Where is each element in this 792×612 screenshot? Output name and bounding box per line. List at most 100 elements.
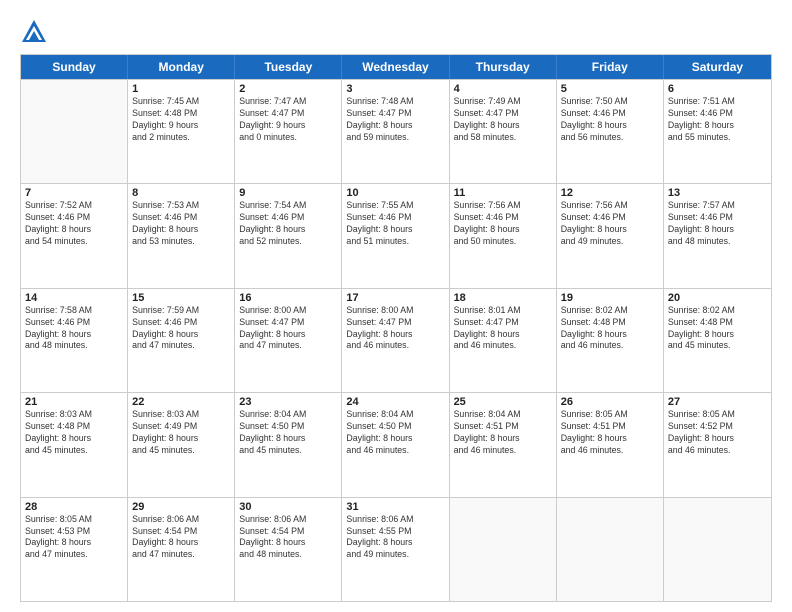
day-info: Sunrise: 7:47 AM Sunset: 4:47 PM Dayligh… — [239, 96, 337, 144]
calendar-cell: 7Sunrise: 7:52 AM Sunset: 4:46 PM Daylig… — [21, 184, 128, 287]
day-info: Sunrise: 8:01 AM Sunset: 4:47 PM Dayligh… — [454, 305, 552, 353]
day-number: 25 — [454, 396, 552, 408]
calendar-cell: 1Sunrise: 7:45 AM Sunset: 4:48 PM Daylig… — [128, 80, 235, 183]
day-info: Sunrise: 7:55 AM Sunset: 4:46 PM Dayligh… — [346, 200, 444, 248]
day-number: 2 — [239, 83, 337, 95]
day-number: 1 — [132, 83, 230, 95]
day-number: 26 — [561, 396, 659, 408]
day-info: Sunrise: 8:06 AM Sunset: 4:54 PM Dayligh… — [132, 514, 230, 562]
calendar-cell: 6Sunrise: 7:51 AM Sunset: 4:46 PM Daylig… — [664, 80, 771, 183]
week-row-4: 21Sunrise: 8:03 AM Sunset: 4:48 PM Dayli… — [21, 392, 771, 496]
day-info: Sunrise: 8:03 AM Sunset: 4:49 PM Dayligh… — [132, 409, 230, 457]
day-info: Sunrise: 7:52 AM Sunset: 4:46 PM Dayligh… — [25, 200, 123, 248]
day-info: Sunrise: 8:04 AM Sunset: 4:50 PM Dayligh… — [346, 409, 444, 457]
calendar-cell — [664, 498, 771, 601]
day-number: 15 — [132, 292, 230, 304]
header — [20, 18, 772, 46]
day-number: 28 — [25, 501, 123, 513]
day-number: 21 — [25, 396, 123, 408]
day-number: 23 — [239, 396, 337, 408]
day-info: Sunrise: 8:06 AM Sunset: 4:55 PM Dayligh… — [346, 514, 444, 562]
day-number: 3 — [346, 83, 444, 95]
day-info: Sunrise: 7:57 AM Sunset: 4:46 PM Dayligh… — [668, 200, 767, 248]
header-day-tuesday: Tuesday — [235, 55, 342, 79]
header-day-monday: Monday — [128, 55, 235, 79]
day-number: 19 — [561, 292, 659, 304]
calendar-cell: 26Sunrise: 8:05 AM Sunset: 4:51 PM Dayli… — [557, 393, 664, 496]
calendar-cell: 21Sunrise: 8:03 AM Sunset: 4:48 PM Dayli… — [21, 393, 128, 496]
day-number: 18 — [454, 292, 552, 304]
calendar-cell: 25Sunrise: 8:04 AM Sunset: 4:51 PM Dayli… — [450, 393, 557, 496]
header-day-friday: Friday — [557, 55, 664, 79]
calendar-cell: 2Sunrise: 7:47 AM Sunset: 4:47 PM Daylig… — [235, 80, 342, 183]
day-number: 5 — [561, 83, 659, 95]
day-info: Sunrise: 8:02 AM Sunset: 4:48 PM Dayligh… — [561, 305, 659, 353]
week-row-3: 14Sunrise: 7:58 AM Sunset: 4:46 PM Dayli… — [21, 288, 771, 392]
calendar-cell: 18Sunrise: 8:01 AM Sunset: 4:47 PM Dayli… — [450, 289, 557, 392]
day-info: Sunrise: 7:49 AM Sunset: 4:47 PM Dayligh… — [454, 96, 552, 144]
calendar-cell: 29Sunrise: 8:06 AM Sunset: 4:54 PM Dayli… — [128, 498, 235, 601]
calendar-cell: 22Sunrise: 8:03 AM Sunset: 4:49 PM Dayli… — [128, 393, 235, 496]
calendar-cell — [450, 498, 557, 601]
day-info: Sunrise: 7:54 AM Sunset: 4:46 PM Dayligh… — [239, 200, 337, 248]
day-info: Sunrise: 8:06 AM Sunset: 4:54 PM Dayligh… — [239, 514, 337, 562]
day-number: 14 — [25, 292, 123, 304]
calendar-cell: 15Sunrise: 7:59 AM Sunset: 4:46 PM Dayli… — [128, 289, 235, 392]
calendar-cell: 30Sunrise: 8:06 AM Sunset: 4:54 PM Dayli… — [235, 498, 342, 601]
calendar-cell: 16Sunrise: 8:00 AM Sunset: 4:47 PM Dayli… — [235, 289, 342, 392]
calendar-cell: 19Sunrise: 8:02 AM Sunset: 4:48 PM Dayli… — [557, 289, 664, 392]
day-info: Sunrise: 8:00 AM Sunset: 4:47 PM Dayligh… — [239, 305, 337, 353]
day-info: Sunrise: 7:48 AM Sunset: 4:47 PM Dayligh… — [346, 96, 444, 144]
day-number: 4 — [454, 83, 552, 95]
day-info: Sunrise: 8:00 AM Sunset: 4:47 PM Dayligh… — [346, 305, 444, 353]
calendar-body: 1Sunrise: 7:45 AM Sunset: 4:48 PM Daylig… — [21, 79, 771, 601]
calendar-cell: 8Sunrise: 7:53 AM Sunset: 4:46 PM Daylig… — [128, 184, 235, 287]
day-info: Sunrise: 7:56 AM Sunset: 4:46 PM Dayligh… — [454, 200, 552, 248]
day-number: 7 — [25, 187, 123, 199]
calendar-cell: 11Sunrise: 7:56 AM Sunset: 4:46 PM Dayli… — [450, 184, 557, 287]
day-number: 9 — [239, 187, 337, 199]
calendar-cell: 23Sunrise: 8:04 AM Sunset: 4:50 PM Dayli… — [235, 393, 342, 496]
calendar-cell: 31Sunrise: 8:06 AM Sunset: 4:55 PM Dayli… — [342, 498, 449, 601]
day-number: 29 — [132, 501, 230, 513]
day-number: 27 — [668, 396, 767, 408]
day-info: Sunrise: 7:45 AM Sunset: 4:48 PM Dayligh… — [132, 96, 230, 144]
calendar-cell: 28Sunrise: 8:05 AM Sunset: 4:53 PM Dayli… — [21, 498, 128, 601]
calendar-cell: 12Sunrise: 7:56 AM Sunset: 4:46 PM Dayli… — [557, 184, 664, 287]
calendar-cell: 4Sunrise: 7:49 AM Sunset: 4:47 PM Daylig… — [450, 80, 557, 183]
calendar-cell: 17Sunrise: 8:00 AM Sunset: 4:47 PM Dayli… — [342, 289, 449, 392]
day-number: 24 — [346, 396, 444, 408]
day-number: 12 — [561, 187, 659, 199]
calendar-cell: 5Sunrise: 7:50 AM Sunset: 4:46 PM Daylig… — [557, 80, 664, 183]
week-row-2: 7Sunrise: 7:52 AM Sunset: 4:46 PM Daylig… — [21, 183, 771, 287]
day-info: Sunrise: 7:58 AM Sunset: 4:46 PM Dayligh… — [25, 305, 123, 353]
calendar-cell: 9Sunrise: 7:54 AM Sunset: 4:46 PM Daylig… — [235, 184, 342, 287]
day-info: Sunrise: 7:53 AM Sunset: 4:46 PM Dayligh… — [132, 200, 230, 248]
day-info: Sunrise: 8:03 AM Sunset: 4:48 PM Dayligh… — [25, 409, 123, 457]
week-row-1: 1Sunrise: 7:45 AM Sunset: 4:48 PM Daylig… — [21, 79, 771, 183]
day-info: Sunrise: 8:02 AM Sunset: 4:48 PM Dayligh… — [668, 305, 767, 353]
calendar: SundayMondayTuesdayWednesdayThursdayFrid… — [20, 54, 772, 602]
day-info: Sunrise: 8:05 AM Sunset: 4:52 PM Dayligh… — [668, 409, 767, 457]
header-day-sunday: Sunday — [21, 55, 128, 79]
day-number: 11 — [454, 187, 552, 199]
calendar-cell — [557, 498, 664, 601]
calendar-cell: 24Sunrise: 8:04 AM Sunset: 4:50 PM Dayli… — [342, 393, 449, 496]
day-number: 16 — [239, 292, 337, 304]
header-day-thursday: Thursday — [450, 55, 557, 79]
calendar-cell: 20Sunrise: 8:02 AM Sunset: 4:48 PM Dayli… — [664, 289, 771, 392]
day-number: 22 — [132, 396, 230, 408]
day-number: 31 — [346, 501, 444, 513]
calendar-header: SundayMondayTuesdayWednesdayThursdayFrid… — [21, 55, 771, 79]
header-day-saturday: Saturday — [664, 55, 771, 79]
day-number: 10 — [346, 187, 444, 199]
calendar-cell: 10Sunrise: 7:55 AM Sunset: 4:46 PM Dayli… — [342, 184, 449, 287]
calendar-cell: 14Sunrise: 7:58 AM Sunset: 4:46 PM Dayli… — [21, 289, 128, 392]
page: SundayMondayTuesdayWednesdayThursdayFrid… — [0, 0, 792, 612]
day-info: Sunrise: 8:05 AM Sunset: 4:53 PM Dayligh… — [25, 514, 123, 562]
header-day-wednesday: Wednesday — [342, 55, 449, 79]
week-row-5: 28Sunrise: 8:05 AM Sunset: 4:53 PM Dayli… — [21, 497, 771, 601]
day-info: Sunrise: 8:04 AM Sunset: 4:50 PM Dayligh… — [239, 409, 337, 457]
day-number: 17 — [346, 292, 444, 304]
day-number: 6 — [668, 83, 767, 95]
